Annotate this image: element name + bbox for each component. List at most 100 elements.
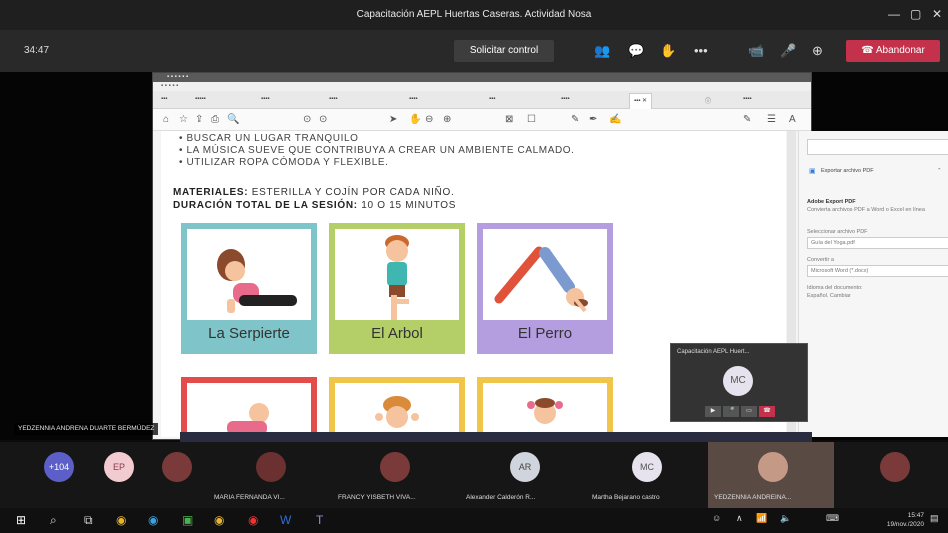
presenter-name-tag: YEDZENNIA ANDRENA DUARTE BERMÚDEZ bbox=[14, 423, 159, 435]
close-icon[interactable]: ✕ bbox=[932, 7, 942, 21]
person-icon[interactable]: ☺ bbox=[712, 513, 721, 523]
hangup-icon[interactable]: ☎ bbox=[759, 406, 775, 417]
duration-label: DURACIÓN TOTAL DE LA SESIÓN: bbox=[173, 200, 358, 211]
presenter-mini-window[interactable]: Capacitación AEPL Huert... MC ▶ 🎤 ▭ ☎ bbox=[670, 343, 808, 422]
bullet-item: • LA MÚSICA SUEVE QUE CONTRIBUYA A CREAR… bbox=[179, 145, 575, 156]
tab[interactable]: ▪▪▪▪ bbox=[261, 96, 270, 102]
camera-icon[interactable]: ▶ bbox=[705, 406, 721, 417]
more-options-icon[interactable]: ••• bbox=[694, 43, 708, 58]
shared-taskbar-strip bbox=[180, 432, 812, 442]
tab[interactable]: ▪▪▪▪ bbox=[743, 96, 752, 102]
raise-hand-icon[interactable]: ✋ bbox=[660, 43, 676, 59]
comment-icon[interactable]: ☐ bbox=[527, 114, 536, 125]
mic-icon[interactable]: 🎤 bbox=[780, 43, 796, 59]
sticky-note-icon[interactable]: ✎ bbox=[571, 114, 579, 125]
upload-icon[interactable]: ⇪ bbox=[195, 114, 203, 125]
avatar: MC bbox=[723, 366, 753, 396]
tab[interactable]: ▪▪▪▪▪ bbox=[195, 96, 206, 102]
home-icon[interactable]: ⌂ bbox=[163, 114, 169, 125]
share-icon[interactable]: ▭ bbox=[741, 406, 757, 417]
avatar: EP bbox=[104, 452, 134, 482]
teams-icon[interactable]: T bbox=[316, 513, 323, 527]
search-icon[interactable]: ⌕ bbox=[50, 513, 57, 528]
pose-illustration bbox=[375, 396, 419, 428]
request-control-button[interactable]: Solicitar control bbox=[454, 40, 554, 62]
avatar: AR bbox=[510, 452, 540, 482]
share-icon[interactable]: ⊕ bbox=[812, 43, 823, 59]
leave-button[interactable]: ☎ Abandonar bbox=[846, 40, 940, 62]
fit-page-icon[interactable]: ⊠ bbox=[505, 114, 513, 125]
meeting-timer: 34:47 bbox=[24, 45, 50, 56]
pen-icon[interactable]: ✒ bbox=[589, 114, 597, 125]
camera-off-icon[interactable]: 📹 bbox=[748, 43, 764, 59]
bullet-text: UTILIZAR ROPA CÓMODA Y FLEXIBLE. bbox=[186, 157, 389, 168]
windows-start-icon[interactable]: ⊞ bbox=[16, 513, 26, 527]
language-label: Idioma del documento: bbox=[807, 285, 863, 291]
print-icon[interactable]: ⎙ bbox=[211, 114, 219, 125]
tools-search-input[interactable] bbox=[807, 139, 948, 155]
bullet-item: • UTILIZAR ROPA CÓMODA Y FLEXIBLE. bbox=[179, 157, 389, 168]
task-view-icon[interactable]: ⧉ bbox=[84, 513, 93, 528]
pose-card-serpiente: La Serpierte bbox=[181, 223, 317, 354]
avatar: MC bbox=[632, 452, 662, 482]
tab[interactable]: ▪▪▪▪ bbox=[561, 96, 570, 102]
pose-card-arbol: El Arbol bbox=[329, 223, 465, 354]
prev-page-icon[interactable]: ⊙ bbox=[303, 114, 311, 125]
zoom-in-icon[interactable]: ⊕ bbox=[443, 114, 451, 125]
notifications-icon[interactable]: ▤ bbox=[930, 513, 939, 524]
participant-name: Martha Bejarano castro bbox=[592, 494, 660, 501]
files-icon[interactable]: ▣ bbox=[182, 513, 193, 527]
mic-icon[interactable]: 🎤 bbox=[723, 406, 739, 417]
maximize-icon[interactable]: ▢ bbox=[910, 7, 921, 21]
tab[interactable]: ▪▪▪▪ bbox=[329, 96, 338, 102]
keyboard-icon[interactable]: ⌨ bbox=[826, 513, 839, 524]
pose-illustration bbox=[527, 398, 563, 424]
zoom-out-icon[interactable]: ⊖ bbox=[425, 114, 433, 125]
participant-name: FRANCY YISBETH VIVA... bbox=[338, 494, 416, 501]
search-icon[interactable]: 🔍 bbox=[227, 114, 239, 125]
export-pdf-link[interactable]: Exportar archivo PDF bbox=[821, 168, 874, 174]
participant-name: YEDZENNIA ANDREINA... bbox=[714, 494, 792, 501]
language-value[interactable]: Español. Cambiar bbox=[807, 293, 851, 299]
duration-line: DURACIÓN TOTAL DE LA SESIÓN: 10 O 15 MIN… bbox=[173, 199, 456, 212]
tab[interactable]: ▪▪▪ bbox=[161, 96, 167, 102]
cursor-icon[interactable]: ➤ bbox=[389, 114, 397, 125]
tab-active[interactable]: ▪▪▪ ✕ bbox=[629, 93, 653, 109]
chevron-up-icon[interactable]: ∧ bbox=[736, 513, 743, 524]
convert-to-label: Convertir a bbox=[807, 257, 834, 263]
next-page-icon[interactable]: ⊙ bbox=[319, 114, 327, 125]
app-icon[interactable]: ◉ bbox=[248, 513, 258, 527]
pdf-tabs: ▪▪▪ ▪▪▪▪▪ ▪▪▪▪ ▪▪▪▪ ▪▪▪▪ ▪▪▪ ▪▪▪▪ ▪▪▪ ✕ … bbox=[153, 91, 811, 109]
participant-video-tile[interactable]: YEDZENNIA ANDREINA... bbox=[708, 442, 834, 508]
leave-label: Abandonar bbox=[875, 45, 925, 56]
meeting-toolbar: 34:47 Solicitar control 👥 💬 ✋ ••• 📹 🎤 ⊕ … bbox=[0, 30, 948, 72]
network-icon[interactable]: 📶 bbox=[756, 513, 767, 524]
participant-name: Alexander Calderón R... bbox=[466, 494, 536, 501]
tree-pose-illustration bbox=[385, 235, 409, 321]
chrome-icon[interactable]: ◉ bbox=[116, 513, 126, 527]
word-icon[interactable]: W bbox=[280, 513, 291, 527]
edge-icon[interactable]: ◉ bbox=[148, 513, 158, 527]
help-icon[interactable]: ⓘ bbox=[705, 96, 711, 105]
overflow-count: +104 bbox=[44, 452, 74, 482]
tab[interactable]: ▪▪▪ bbox=[489, 96, 495, 102]
sign-tool-icon[interactable]: ✎ bbox=[743, 114, 751, 125]
hand-icon[interactable]: ✋ bbox=[409, 114, 421, 125]
minimize-icon[interactable]: — bbox=[888, 7, 900, 21]
bookmark-icon[interactable]: ☆ bbox=[179, 114, 188, 125]
materials-label: MATERIALES: bbox=[173, 187, 249, 198]
file-select[interactable]: Guía del Yoga.pdf bbox=[807, 237, 948, 249]
participants-icon[interactable]: 👥 bbox=[594, 43, 610, 59]
share-doc-icon[interactable]: ☰ bbox=[767, 114, 776, 125]
chevron-up-icon[interactable]: ⌃ bbox=[937, 168, 942, 174]
system-clock[interactable]: 15:47 19/nov./2020 bbox=[887, 511, 924, 529]
text-tool-icon[interactable]: A bbox=[789, 114, 796, 125]
chat-icon[interactable]: 💬 bbox=[628, 43, 644, 59]
format-select[interactable]: Microsoft Word (*.docx) bbox=[807, 265, 948, 277]
pdf-titlebar: ▪ ▪ ▪ ▪ ▪ ▪ bbox=[153, 73, 811, 82]
chrome-icon[interactable]: ◉ bbox=[214, 513, 224, 527]
avatar bbox=[162, 452, 192, 482]
sign-icon[interactable]: ✍ bbox=[609, 114, 621, 125]
tab[interactable]: ▪▪▪▪ bbox=[409, 96, 418, 102]
volume-icon[interactable]: 🔈 bbox=[780, 513, 791, 524]
